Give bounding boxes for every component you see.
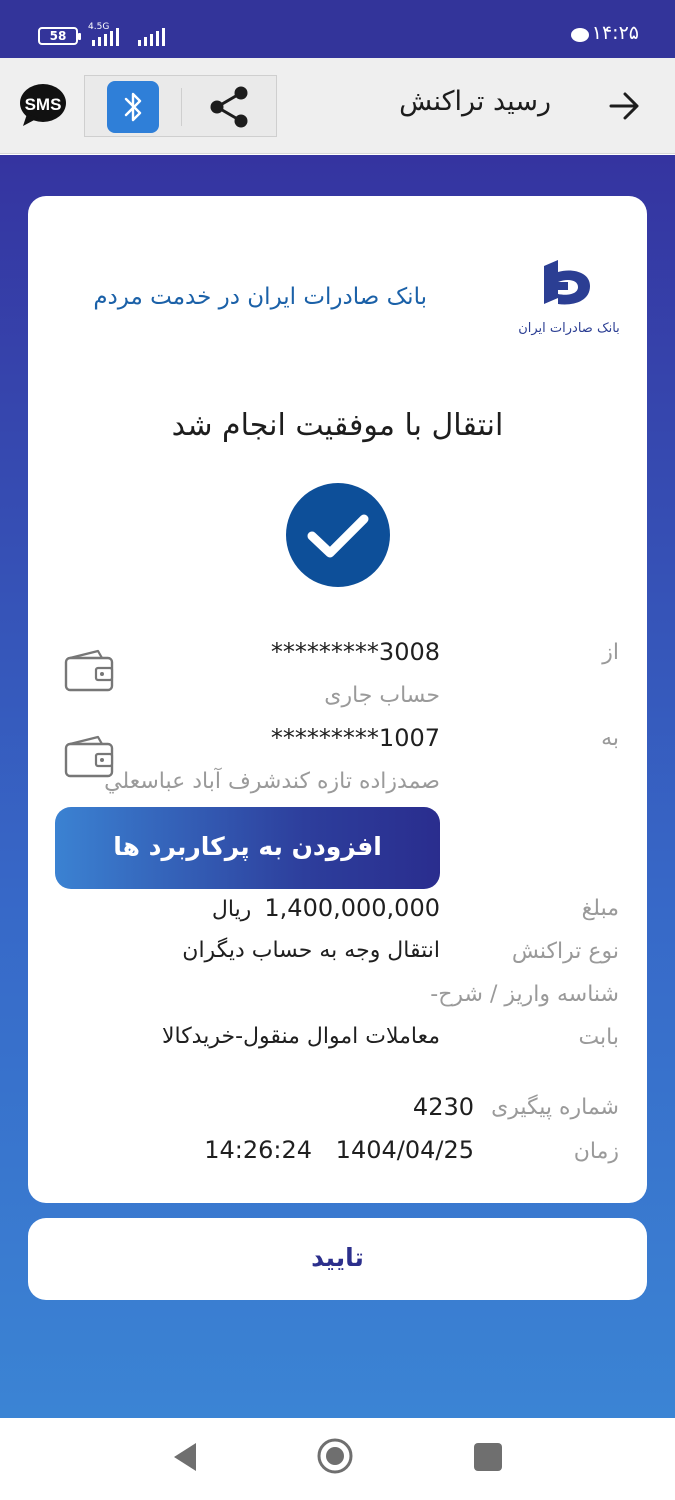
purpose-value: معاملات اموال منقول-خریدکالا [161, 1024, 440, 1049]
transaction-type-label: نوع تراکنش [511, 939, 619, 964]
wallet-icon [64, 735, 114, 778]
tracking-label: شماره پیگیری [491, 1095, 619, 1120]
to-account: *********1007 [270, 724, 440, 752]
action-group [84, 75, 277, 137]
signal-icon [92, 26, 119, 46]
amount-unit: ریال [211, 897, 252, 922]
system-nav-bar [0, 1418, 675, 1500]
message-icon [571, 28, 589, 42]
datetime-label: زمان [573, 1139, 619, 1164]
transaction-type-value: انتقال وجه به حساب دیگران [182, 938, 440, 963]
main-area: بانک صادرات ایران بانک صادرات ایران در خ… [0, 155, 675, 1418]
bank-slogan: بانک صادرات ایران در خدمت مردم [93, 284, 427, 310]
success-message: انتقال با موفقیت انجام شد [171, 408, 504, 443]
amount-number: 1,400,000,000 [264, 894, 440, 922]
purpose-label: بابت [578, 1025, 619, 1050]
status-bar: 58 4.5G ۱۴:۲۵ [0, 0, 675, 58]
arrow-right-icon[interactable] [607, 88, 643, 124]
battery-level: 58 [49, 29, 67, 43]
tracking-number: 4230 [412, 1093, 474, 1121]
from-account: *********3008 [270, 638, 440, 666]
bluetooth-icon [124, 92, 142, 122]
success-badge [286, 483, 390, 587]
app-header: رسید تراکنش SMS [0, 58, 675, 154]
checkmark-icon [307, 514, 369, 558]
amount-value: 1,400,000,000 ریال [212, 894, 440, 922]
bluetooth-button[interactable] [107, 81, 159, 133]
status-time: ۱۴:۲۵ [591, 22, 639, 44]
confirm-button[interactable]: تایید [28, 1218, 647, 1300]
bank-logo: بانک صادرات ایران [518, 260, 620, 336]
nav-back-icon[interactable] [170, 1440, 200, 1474]
transaction-date: 1404/04/25 [335, 1136, 474, 1164]
sms-icon[interactable]: SMS [18, 82, 68, 130]
amount-label: مبلغ [581, 896, 619, 921]
to-label: به [601, 726, 619, 751]
signal-icon-2 [138, 26, 165, 46]
battery-icon: 58 [38, 27, 81, 45]
sms-label: SMS [25, 95, 62, 114]
transaction-time: 14:26:24 [204, 1136, 312, 1164]
wallet-icon [64, 649, 114, 692]
receipt-card: بانک صادرات ایران بانک صادرات ایران در خ… [28, 196, 647, 1203]
from-account-type: حساب جاری [324, 683, 440, 708]
nav-recents-icon[interactable] [474, 1443, 502, 1471]
page-title: رسید تراکنش [399, 86, 551, 117]
add-to-favorites-button[interactable]: افزودن به پرکاربرد ها [55, 807, 440, 889]
divider [181, 88, 182, 126]
from-label: از [602, 640, 619, 665]
share-icon[interactable] [205, 82, 255, 132]
to-owner-name: صمدزاده تازه کندشرف آباد عباسعلي [104, 769, 440, 794]
logo-text: بانک صادرات ایران [518, 321, 620, 336]
nav-home-icon[interactable] [316, 1437, 354, 1475]
deposit-id-label: شناسه واریز / شرح- [430, 982, 619, 1007]
